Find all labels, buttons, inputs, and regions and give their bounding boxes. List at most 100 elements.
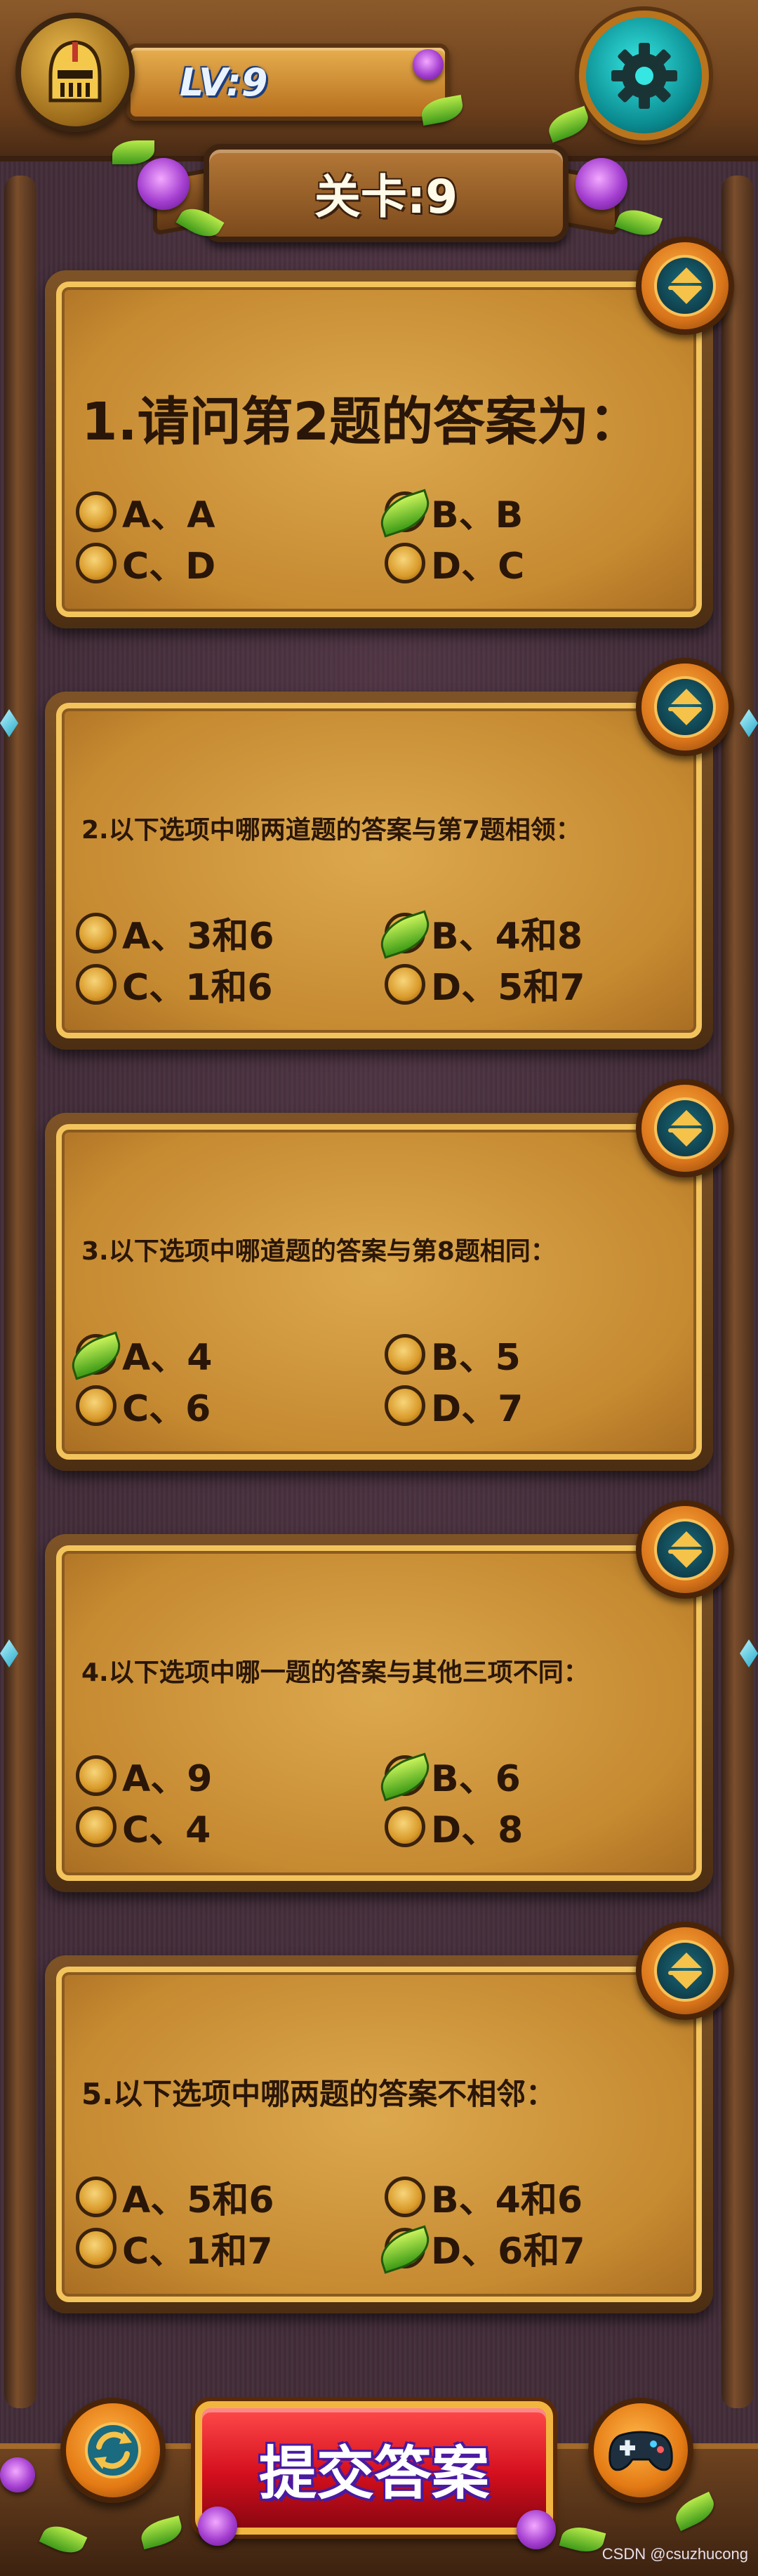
flower-decoration [413, 49, 444, 80]
refresh-button[interactable] [60, 2398, 166, 2503]
gem-decoration [0, 709, 18, 737]
question-card-4: 4.以下选项中哪一题的答案与其他三项不同： A、9 B、6 C、4 D、8 [45, 1500, 734, 1892]
option-d[interactable]: D、8 [385, 1800, 523, 1853]
collapse-toggle-icon [654, 1940, 716, 2002]
option-label: D、5和7 [431, 967, 585, 1009]
radio-icon [385, 1806, 425, 1847]
option-c[interactable]: C、6 [76, 1379, 211, 1432]
radio-icon [76, 1385, 117, 1426]
submit-answers-button[interactable]: 提交答案 [195, 2401, 553, 2535]
option-label: A、4 [122, 1337, 213, 1379]
option-label: A、9 [122, 1758, 213, 1800]
radio-icon [76, 2176, 117, 2217]
question-card-1: 1.请问第2题的答案为： A、A B、B C、D D、C [45, 237, 734, 628]
collapse-toggle-icon [654, 255, 716, 317]
gem-decoration [740, 1639, 758, 1667]
game-button[interactable] [588, 2398, 693, 2503]
option-label: D、C [431, 546, 525, 588]
collapse-toggle-icon [654, 1097, 716, 1159]
question-text: 5.以下选项中哪两题的答案不相邻： [81, 2076, 556, 2111]
collapse-toggle-icon [654, 1519, 716, 1580]
submit-label: 提交答案 [258, 2440, 489, 2507]
option-label: B、4和6 [431, 2179, 583, 2221]
flower-decoration [517, 2510, 556, 2549]
level-label: LV:9 [180, 60, 268, 105]
flower-decoration [198, 2506, 237, 2546]
option-label: C、1和6 [122, 967, 273, 1009]
leaf-icon [385, 2227, 425, 2268]
option-a[interactable]: A、4 [76, 1328, 212, 1380]
gear-icon [611, 42, 677, 109]
collapse-button[interactable] [636, 1500, 734, 1599]
question-text: 4.以下选项中哪一题的答案与其他三项不同： [81, 1658, 589, 1687]
option-label: D、6和7 [431, 2231, 585, 2273]
settings-button[interactable] [579, 11, 709, 140]
option-label: B、6 [431, 1758, 521, 1800]
option-label: D、7 [431, 1388, 524, 1430]
option-label: C、D [122, 546, 216, 588]
radio-icon [76, 491, 117, 532]
radio-icon [76, 963, 117, 1005]
collapse-toggle-icon [654, 676, 716, 738]
question-card-5: 5.以下选项中哪两题的答案不相邻： A、5和6 B、4和6 C、1和7 D、6和… [45, 1922, 734, 2313]
option-c[interactable]: C、4 [76, 1800, 211, 1853]
gem-decoration [740, 709, 758, 737]
option-c[interactable]: C、D [76, 536, 215, 589]
option-b[interactable]: B、4和6 [385, 2170, 583, 2223]
option-label: B、5 [431, 1337, 521, 1379]
radio-icon [385, 2176, 425, 2217]
stage-banner: 关卡:9 [204, 144, 568, 242]
collapse-button[interactable] [636, 658, 734, 756]
refresh-icon [85, 2422, 141, 2478]
option-d[interactable]: D、C [385, 536, 524, 589]
watermark: CSDN @csuzhucong [601, 2545, 748, 2563]
collapse-button[interactable] [636, 237, 734, 335]
option-a[interactable]: A、A [76, 485, 215, 538]
option-b[interactable]: B、6 [385, 1749, 521, 1802]
option-label: A、5和6 [122, 2179, 274, 2221]
option-c[interactable]: C、1和6 [76, 958, 273, 1010]
leaf-icon [76, 1333, 117, 1375]
gamepad-icon [609, 2431, 673, 2471]
option-b[interactable]: B、4和8 [385, 906, 583, 959]
header: LV:9 关卡:9 [0, 0, 758, 253]
left-frame [4, 176, 36, 2408]
radio-icon [385, 542, 425, 583]
level-plate: LV:9 [126, 44, 449, 121]
option-label: A、A [122, 494, 215, 536]
question-card-panel: 3.以下选项中哪道题的答案与第8题相同： A、4 B、5 C、6 D、7 [56, 1124, 702, 1460]
avatar[interactable] [15, 13, 135, 132]
question-card-3: 3.以下选项中哪道题的答案与第8题相同： A、4 B、5 C、6 D、7 [45, 1079, 734, 1471]
question-text: 3.以下选项中哪道题的答案与第8题相同： [81, 1237, 556, 1266]
right-frame [722, 176, 754, 2408]
option-label: C、4 [122, 1809, 211, 1851]
stage-label: 关卡:9 [314, 170, 458, 224]
question-card-panel: 4.以下选项中哪一题的答案与其他三项不同： A、9 B、6 C、4 D、8 [56, 1545, 702, 1881]
leaf-icon [385, 1755, 425, 1796]
leaf-icon [385, 491, 425, 532]
question-text: 1.请问第2题的答案为： [81, 391, 641, 452]
option-b[interactable]: B、B [385, 485, 523, 538]
option-c[interactable]: C、1和7 [76, 2221, 273, 2274]
radio-icon [76, 1806, 117, 1847]
option-a[interactable]: A、9 [76, 1749, 212, 1802]
option-b[interactable]: B、5 [385, 1328, 521, 1380]
option-a[interactable]: A、5和6 [76, 2170, 274, 2223]
option-label: C、6 [122, 1388, 211, 1430]
option-d[interactable]: D、6和7 [385, 2221, 585, 2274]
option-label: B、4和8 [431, 916, 583, 958]
leaf-icon [385, 912, 425, 953]
question-card-2: 2.以下选项中哪两道题的答案与第7题相领： A、3和6 B、4和8 C、1和6 … [45, 658, 734, 1050]
option-d[interactable]: D、5和7 [385, 958, 585, 1010]
radio-icon [76, 542, 117, 583]
flower-decoration [576, 158, 627, 210]
option-label: C、1和7 [122, 2231, 273, 2273]
collapse-button[interactable] [636, 1079, 734, 1177]
radio-icon [76, 1755, 117, 1796]
option-d[interactable]: D、7 [385, 1379, 523, 1432]
question-card-panel: 2.以下选项中哪两道题的答案与第7题相领： A、3和6 B、4和8 C、1和6 … [56, 703, 702, 1038]
footer: 提交答案 CSDN @csuzhucong [0, 2359, 758, 2576]
collapse-button[interactable] [636, 1922, 734, 2020]
question-card-panel: 1.请问第2题的答案为： A、A B、B C、D D、C [56, 282, 702, 617]
option-a[interactable]: A、3和6 [76, 906, 274, 959]
